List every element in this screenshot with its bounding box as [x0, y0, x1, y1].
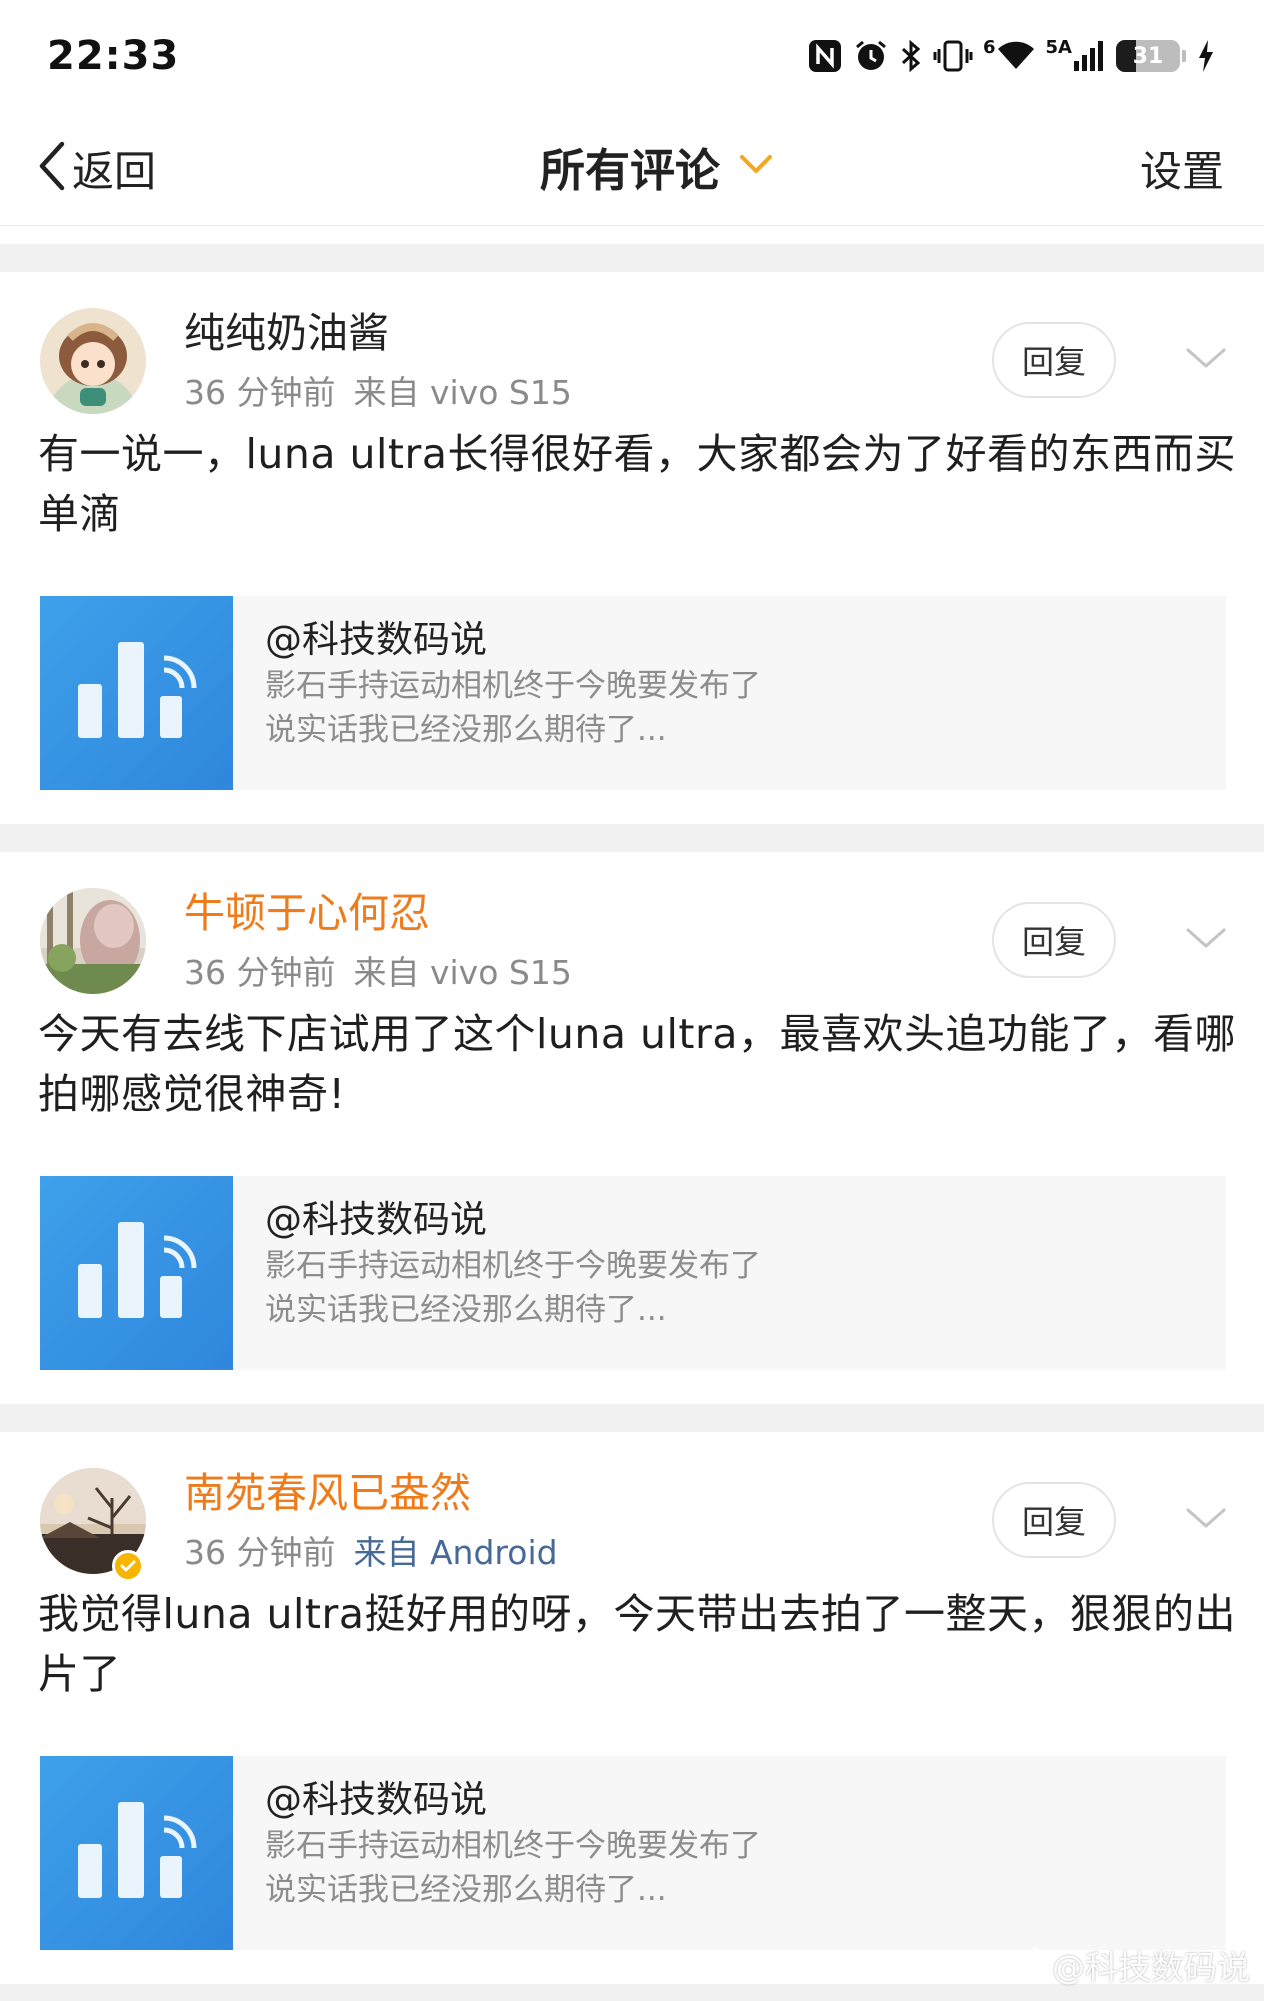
- status-time: 22:33: [47, 33, 180, 79]
- comment-device: 来自 vivo S15: [353, 953, 572, 992]
- username[interactable]: 牛顿于心何忍: [184, 886, 430, 940]
- vibrate-icon: [933, 38, 973, 74]
- watermark-text: @科技数码说: [1052, 1948, 1250, 1987]
- status-icons: 6 5A 31: [807, 38, 1216, 74]
- comments-screen: 22:33 6 5A 31 返回 所有评论 设置 纯纯奶油酱 36 分钟前 来自…: [0, 0, 1264, 2001]
- quoted-post-body: @科技数码说 影石手持运动相机终于今晚要发布了 说实话我已经没那么期待了...: [233, 1176, 761, 1370]
- quoted-post-line: 影石手持运动相机终于今晚要发布了: [265, 668, 761, 704]
- chevron-down-icon: [738, 152, 774, 180]
- alarm-icon: [853, 38, 889, 74]
- quoted-post-line: 影石手持运动相机终于今晚要发布了: [265, 1248, 761, 1284]
- comment-device: 来自 vivo S15: [353, 373, 572, 412]
- settings-button[interactable]: 设置: [1140, 140, 1224, 196]
- comment-text: 我觉得luna ultra挺好用的呀，今天带出去拍了一整天，狠狠的出片了: [38, 1590, 1236, 1698]
- quoted-post-card[interactable]: @科技数码说 影石手持运动相机终于今晚要发布了 说实话我已经没那么期待了...: [40, 1176, 1226, 1370]
- section-divider: [0, 1404, 1264, 1432]
- battery-text: 31: [1132, 43, 1164, 69]
- back-label: 返回: [72, 146, 157, 196]
- quoted-post-line: 说实话我已经没那么期待了...: [265, 1872, 667, 1908]
- quoted-post-line: 影石手持运动相机终于今晚要发布了: [265, 1828, 761, 1864]
- wifi-6-label: 6: [983, 37, 996, 58]
- comment-time: 36 分钟前: [184, 1533, 336, 1572]
- reply-button[interactable]: 回复: [992, 322, 1116, 398]
- battery-icon: 31: [1116, 40, 1186, 72]
- page-title: 所有评论: [540, 143, 721, 197]
- reply-button[interactable]: 回复: [992, 902, 1116, 978]
- comment-text: 今天有去线下店试用了这个luna ultra，最喜欢头追功能了，看哪拍哪感觉很神…: [38, 1010, 1236, 1118]
- quoted-post-body: @科技数码说 影石手持运动相机终于今晚要发布了 说实话我已经没那么期待了...: [233, 1756, 761, 1950]
- reply-button[interactable]: 回复: [992, 1482, 1116, 1558]
- quoted-post-line: 说实话我已经没那么期待了...: [265, 712, 667, 748]
- quoted-post-author: @科技数码说: [265, 1778, 487, 1821]
- username[interactable]: 南苑春风已盎然: [184, 1466, 471, 1520]
- quoted-post-card[interactable]: @科技数码说 影石手持运动相机终于今晚要发布了 说实话我已经没那么期待了...: [40, 1756, 1226, 1950]
- quoted-post-author: @科技数码说: [265, 618, 487, 661]
- bluetooth-icon: [899, 38, 923, 74]
- network-5a-label: 5A: [1045, 37, 1072, 58]
- quoted-post-author: @科技数码说: [265, 1198, 487, 1241]
- comment-time: 36 分钟前: [184, 373, 336, 412]
- avatar[interactable]: [40, 308, 146, 414]
- weibo-logo-icon: [1002, 1944, 1046, 1986]
- nfc-icon: [807, 38, 843, 74]
- quoted-post-card[interactable]: @科技数码说 影石手持运动相机终于今晚要发布了 说实话我已经没那么期待了...: [40, 596, 1226, 790]
- comment-time: 36 分钟前: [184, 953, 336, 992]
- comment-meta: 36 分钟前 来自 vivo S15: [184, 952, 572, 994]
- more-options-icon[interactable]: [1184, 1504, 1228, 1534]
- comment-item: 南苑春风已盎然 36 分钟前 来自 Android 回复 我觉得luna ultr…: [0, 1432, 1264, 1984]
- avatar[interactable]: [40, 888, 146, 994]
- comment-meta: 36 分钟前 来自 vivo S15: [184, 372, 572, 414]
- section-divider: [0, 244, 1264, 272]
- comment-item: 牛顿于心何忍 36 分钟前 来自 vivo S15 回复 今天有去线下店试用了这个…: [0, 852, 1264, 1404]
- comment-text: 有一说一，luna ultra长得很好看，大家都会为了好看的东西而买单滴: [38, 430, 1236, 538]
- status-bar: 22:33 6 5A 31: [0, 0, 1264, 112]
- more-options-icon[interactable]: [1184, 924, 1228, 954]
- battery-cap: [1182, 50, 1186, 62]
- charging-icon: [1196, 38, 1216, 74]
- comment-meta: 36 分钟前 来自 Android: [184, 1532, 558, 1574]
- quoted-post-line: 说实话我已经没那么期待了...: [265, 1292, 667, 1328]
- quoted-post-thumbnail: [40, 596, 233, 790]
- back-button[interactable]: 返回: [38, 140, 156, 196]
- comment-filter-dropdown[interactable]: 所有评论: [540, 136, 774, 197]
- comment-device: 来自 Android: [353, 1533, 558, 1572]
- quoted-post-body: @科技数码说 影石手持运动相机终于今晚要发布了 说实话我已经没那么期待了...: [233, 596, 761, 790]
- comment-item: 纯纯奶油酱 36 分钟前 来自 vivo S15 回复 有一说一，luna ult…: [0, 272, 1264, 824]
- chevron-left-icon: [38, 140, 68, 196]
- watermark: @科技数码说: [1002, 1939, 1250, 1991]
- quoted-post-thumbnail: [40, 1756, 233, 1950]
- username[interactable]: 纯纯奶油酱: [184, 306, 389, 360]
- verified-badge-icon: [112, 1550, 144, 1582]
- battery-body: 31: [1116, 40, 1180, 72]
- section-divider: [0, 824, 1264, 852]
- nav-bar: 返回 所有评论 设置: [0, 112, 1264, 226]
- signal-icon: 5A: [1046, 39, 1106, 73]
- wifi-icon: 6: [983, 39, 1036, 73]
- quoted-post-thumbnail: [40, 1176, 233, 1370]
- more-options-icon[interactable]: [1184, 344, 1228, 374]
